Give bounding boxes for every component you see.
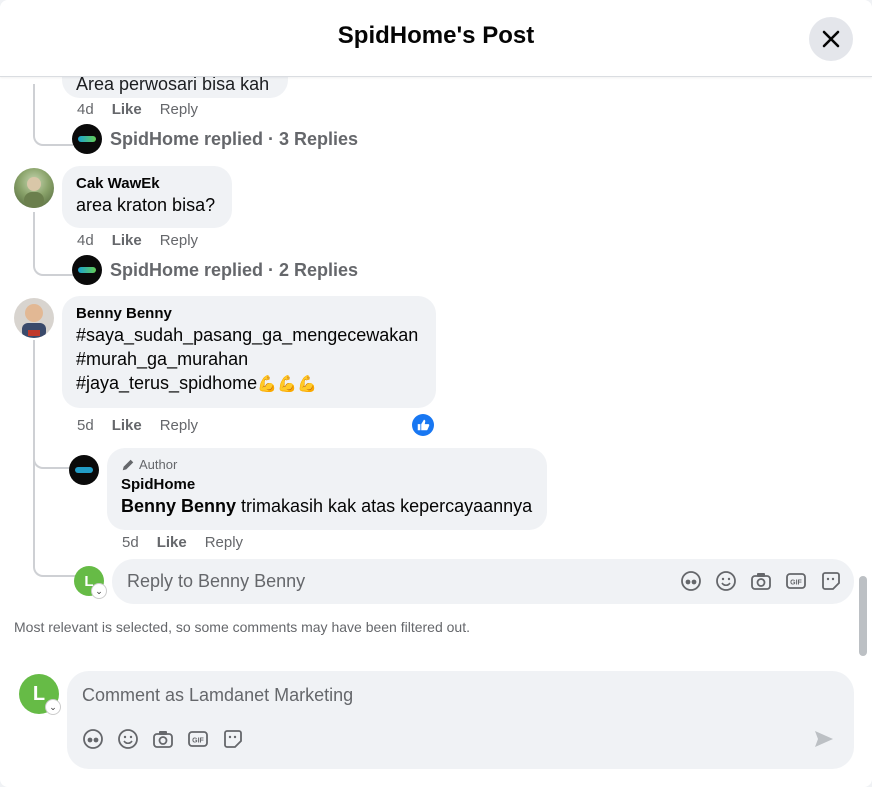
- pencil-icon: [122, 459, 134, 470]
- chevron-down-icon[interactable]: ⌄: [45, 699, 61, 715]
- mention-link[interactable]: Benny Benny: [121, 496, 236, 516]
- svg-text:GIF: GIF: [192, 738, 204, 745]
- comment-time: 4d: [77, 232, 94, 249]
- thread-connector: [33, 465, 75, 577]
- avatar[interactable]: [14, 168, 54, 208]
- reply-author[interactable]: SpidHome: [121, 475, 533, 494]
- hashtag[interactable]: #jaya_terus_spidhome: [76, 373, 257, 393]
- reply-link[interactable]: Reply: [205, 534, 243, 551]
- reply-link[interactable]: Reply: [160, 232, 198, 249]
- comment-text: area kraton bisa?: [76, 195, 216, 215]
- comment-author[interactable]: Cak WawEk: [76, 174, 218, 193]
- comment-input[interactable]: Comment as Lamdanet Marketing GIF: [67, 671, 854, 769]
- filter-notice: Most relevant is selected, so some comme…: [14, 619, 470, 635]
- reply-input[interactable]: Reply to Benny Benny GIF: [112, 559, 854, 604]
- like-link[interactable]: Like: [157, 534, 187, 551]
- reply-input-tools: GIF: [680, 570, 842, 592]
- view-replies-link[interactable]: SpidHome replied · 3 Replies: [72, 124, 358, 154]
- chevron-down-icon[interactable]: ⌄: [91, 583, 107, 599]
- comment-input-placeholder: Comment as Lamdanet Marketing: [82, 685, 354, 705]
- avatar: [72, 255, 102, 285]
- gif-icon[interactable]: GIF: [785, 570, 807, 592]
- avatar[interactable]: [14, 298, 54, 338]
- like-link[interactable]: Like: [112, 101, 142, 118]
- emoji-icon[interactable]: [715, 570, 737, 592]
- emoji-icon[interactable]: [117, 728, 139, 750]
- send-icon[interactable]: [813, 728, 835, 750]
- svg-text:GIF: GIF: [790, 580, 802, 587]
- avatar: [72, 124, 102, 154]
- person-photo-icon: [24, 177, 44, 208]
- comment-actions: 5d Like Reply: [77, 417, 198, 434]
- emoji-text: 💪💪💪: [257, 376, 317, 393]
- reply-link[interactable]: Reply: [160, 417, 198, 434]
- reply-actions: 5d Like Reply: [122, 534, 243, 551]
- close-button[interactable]: [809, 17, 853, 61]
- reply-link[interactable]: Reply: [160, 101, 198, 118]
- author-badge: Author: [121, 457, 533, 472]
- reply-text: Benny Benny trimakasih kak atas kepercay…: [121, 496, 533, 516]
- sticker-icon[interactable]: [820, 570, 842, 592]
- page-title: SpidHome's Post: [337, 22, 535, 49]
- like-link[interactable]: Like: [112, 232, 142, 249]
- hashtag-line[interactable]: #saya_sudah_pasang_ga_mengecewakan: [76, 323, 422, 347]
- comment-author[interactable]: Benny Benny: [76, 304, 422, 323]
- close-icon: [822, 30, 840, 48]
- avatar[interactable]: [69, 455, 99, 485]
- hashtag-line: #jaya_terus_spidhome💪💪💪: [76, 371, 422, 397]
- reply-time: 5d: [122, 534, 139, 551]
- replies-summary: SpidHome replied · 2 Replies: [110, 259, 359, 280]
- hashtag-line[interactable]: #murah_ga_murahan: [76, 347, 422, 371]
- comment-bubble: Cak WawEk area kraton bisa?: [62, 166, 232, 228]
- gif-icon[interactable]: GIF: [187, 728, 209, 750]
- camera-icon[interactable]: [750, 570, 772, 592]
- replies-summary: SpidHome replied · 3 Replies: [110, 128, 359, 149]
- person-photo-icon: [22, 304, 46, 338]
- sticker-icon[interactable]: [222, 728, 244, 750]
- like-link[interactable]: Like: [112, 417, 142, 434]
- comment-actions: 4d Like Reply: [77, 101, 198, 118]
- comment-actions: 4d Like Reply: [77, 232, 198, 249]
- avatar-sticker-icon[interactable]: [680, 570, 702, 592]
- view-replies-link[interactable]: SpidHome replied · 2 Replies: [72, 255, 358, 285]
- like-reaction-icon[interactable]: [412, 414, 434, 436]
- comments-scroll-area[interactable]: Area perwosari bisa kah 4d Like Reply Sp…: [0, 0, 872, 660]
- comment-bubble: Benny Benny #saya_sudah_pasang_ga_mengec…: [62, 296, 436, 408]
- spidhome-logo-icon: [75, 467, 93, 473]
- reply-bubble: Author SpidHome Benny Benny trimakasih k…: [107, 448, 547, 530]
- scrollbar[interactable]: [859, 576, 867, 656]
- post-dialog: Area perwosari bisa kah 4d Like Reply Sp…: [0, 0, 872, 787]
- reply-input-placeholder: Reply to Benny Benny: [127, 571, 306, 591]
- camera-icon[interactable]: [152, 728, 174, 750]
- comment-time: 5d: [77, 417, 94, 434]
- comment-time: 4d: [77, 101, 94, 118]
- avatar-sticker-icon[interactable]: [82, 728, 104, 750]
- dialog-header: SpidHome's Post: [0, 0, 872, 77]
- comment-input-tools: GIF: [82, 728, 244, 750]
